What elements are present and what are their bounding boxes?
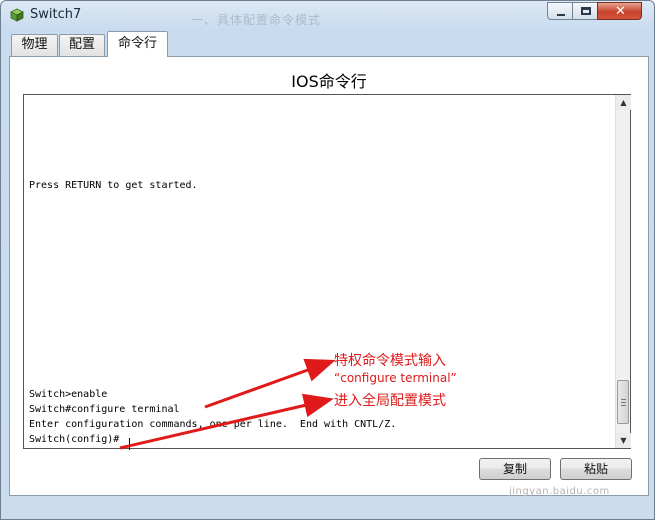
console-line: Switch>enable	[29, 389, 108, 400]
tab-config[interactable]: 配置	[59, 34, 105, 56]
grip-line	[621, 402, 626, 403]
watermark: jingyan.baidu.com	[509, 486, 610, 497]
maximize-icon	[581, 7, 591, 15]
annotation-label: 特权命令模式输入	[334, 353, 446, 369]
switch-app-icon	[10, 8, 24, 22]
text-cursor	[129, 438, 130, 450]
scroll-down-arrow-icon[interactable]: ▼	[616, 433, 631, 448]
scroll-up-arrow-icon[interactable]: ▲	[616, 95, 631, 110]
annotation-label: 进入全局配置模式	[334, 393, 446, 409]
minimize-button[interactable]	[547, 2, 573, 20]
scrollbar-thumb[interactable]	[617, 380, 629, 424]
tab-cli[interactable]: 命令行	[107, 31, 168, 57]
annotation-label: “configure terminal”	[334, 371, 457, 385]
console-output: Press RETURN to get started. Switch>enab…	[29, 95, 609, 445]
close-icon: ✕	[615, 4, 626, 19]
minimize-icon	[557, 14, 565, 16]
ios-console[interactable]: Press RETURN to get started. Switch>enab…	[23, 94, 631, 450]
copy-button[interactable]: 复制	[479, 458, 551, 480]
page-title: IOS命令行	[291, 72, 367, 91]
console-line: Switch#configure terminal	[29, 404, 180, 415]
maximize-button[interactable]	[572, 2, 598, 20]
app-window: Switch7 一、具体配置命令模式 ✕ 物理 配置 命令行 IOS命令行 Pr…	[0, 0, 655, 520]
window-title: Switch7	[30, 7, 82, 22]
console-line: Enter configuration commands, one per li…	[29, 419, 397, 430]
vertical-scrollbar[interactable]: ▲ ▼	[615, 95, 631, 448]
console-line: Press RETURN to get started.	[29, 180, 198, 191]
tab-physical[interactable]: 物理	[11, 34, 58, 56]
cli-panel: IOS命令行 Press RETURN to get started. Swit…	[9, 56, 649, 496]
background-title-text: 一、具体配置命令模式	[191, 13, 322, 27]
close-button[interactable]: ✕	[597, 2, 642, 20]
console-prompt[interactable]: Switch(config)#	[29, 434, 119, 445]
paste-button[interactable]: 粘贴	[560, 458, 632, 480]
title-bar[interactable]: Switch7 一、具体配置命令模式 ✕	[1, 1, 654, 29]
grip-line	[621, 405, 626, 406]
grip-line	[621, 399, 626, 400]
